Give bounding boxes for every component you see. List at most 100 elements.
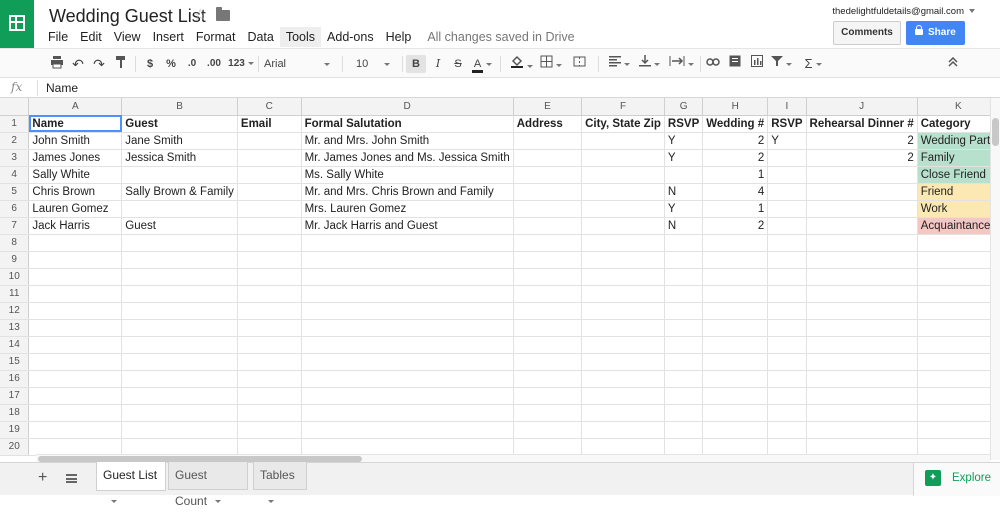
cell[interactable] [237,149,302,167]
cell[interactable] [301,404,514,422]
undo-icon[interactable]: ↶ [70,55,86,73]
row-header[interactable]: 8 [0,234,30,252]
cell[interactable] [702,404,769,422]
cell[interactable] [28,285,123,303]
cell[interactable]: Sally Brown & Family [121,183,238,201]
cell[interactable]: N [664,217,704,235]
add-sheet-icon[interactable]: + [38,469,47,487]
cell[interactable] [28,387,123,405]
insert-chart-icon[interactable] [748,55,766,73]
cell[interactable] [237,251,302,269]
cell[interactable] [806,166,918,184]
cell[interactable] [806,251,918,269]
cell[interactable] [664,353,704,371]
cell[interactable] [121,200,238,218]
cell[interactable] [581,404,665,422]
vertical-align-button[interactable] [636,55,662,73]
cell[interactable] [664,234,704,252]
row-header[interactable]: 13 [0,319,30,337]
print-icon[interactable] [49,55,65,73]
cell[interactable] [301,387,514,405]
cell[interactable]: Jessica Smith [121,149,238,167]
cell[interactable]: Acquaintance [917,217,1000,235]
menu-format[interactable]: Format [190,27,242,47]
cell[interactable] [513,251,583,269]
cell[interactable]: John Smith [28,132,123,150]
cell[interactable] [581,149,665,167]
functions-button[interactable]: Σ [800,55,826,73]
cell[interactable]: Mr. and Mrs. John Smith [301,132,514,150]
cell[interactable] [513,149,583,167]
cell[interactable] [513,387,583,405]
cell[interactable] [664,370,704,388]
cell[interactable]: RSVP [767,115,807,133]
cell[interactable]: Family [917,149,1000,167]
cell[interactable] [767,387,807,405]
cell[interactable] [581,183,665,201]
cell[interactable] [767,404,807,422]
cell[interactable] [664,285,704,303]
cell[interactable] [917,234,1000,252]
cell[interactable] [513,404,583,422]
cell[interactable]: Mrs. Lauren Gomez [301,200,514,218]
cell[interactable] [806,387,918,405]
sheet-tab-guest-count[interactable]: Guest Count [168,462,248,508]
cell[interactable] [806,353,918,371]
cell[interactable] [806,183,918,201]
save-status[interactable]: All changes saved in Drive [427,30,574,44]
cell[interactable]: 2 [806,132,918,150]
cell[interactable] [513,370,583,388]
cell[interactable] [917,285,1000,303]
cell[interactable] [513,421,583,439]
account-caret-icon[interactable] [969,9,975,13]
cell[interactable] [237,302,302,320]
cell[interactable] [806,404,918,422]
cell[interactable]: City, State Zip [581,115,665,133]
cell[interactable] [28,370,123,388]
cell[interactable] [513,438,583,456]
cell[interactable] [513,336,583,354]
cell[interactable] [301,336,514,354]
cell[interactable] [237,285,302,303]
cell[interactable]: Lauren Gomez [28,200,123,218]
cell[interactable] [664,438,704,456]
borders-button[interactable] [538,55,564,73]
cell[interactable] [664,387,704,405]
increase-decimal-button[interactable]: .00 [204,55,224,73]
cell[interactable] [121,166,238,184]
cell[interactable] [767,234,807,252]
row-header[interactable]: 9 [0,251,30,269]
share-button[interactable]: Share [906,21,965,45]
cell[interactable] [301,353,514,371]
cell[interactable] [581,285,665,303]
cell[interactable] [664,404,704,422]
cell[interactable] [702,251,769,269]
cell[interactable] [301,285,514,303]
percent-format-button[interactable]: % [164,55,178,73]
cell[interactable] [767,353,807,371]
cell[interactable] [702,421,769,439]
cell[interactable] [513,353,583,371]
cell[interactable]: Mr. Jack Harris and Guest [301,217,514,235]
cell[interactable] [581,217,665,235]
cell[interactable] [917,302,1000,320]
column-header[interactable]: G [664,98,704,116]
cell[interactable]: Work [917,200,1000,218]
cell[interactable] [767,438,807,456]
cell[interactable] [767,251,807,269]
insert-link-icon[interactable] [704,55,722,73]
cell[interactable] [702,353,769,371]
bold-button[interactable]: B [406,55,426,73]
cell[interactable] [806,234,918,252]
all-sheets-icon[interactable] [66,474,77,483]
select-all-corner[interactable] [0,98,30,116]
cell[interactable]: 1 [702,166,769,184]
cell[interactable] [121,251,238,269]
cell[interactable] [581,268,665,286]
currency-format-button[interactable]: $ [143,55,157,73]
menu-edit[interactable]: Edit [74,27,108,47]
cell[interactable] [581,438,665,456]
cell[interactable] [664,251,704,269]
cell[interactable] [767,302,807,320]
cell[interactable]: Mr. and Mrs. Chris Brown and Family [301,183,514,201]
